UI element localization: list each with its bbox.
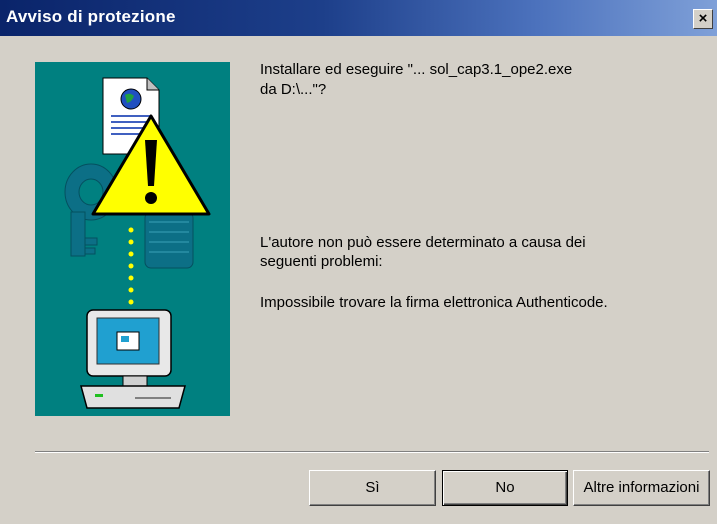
security-warning-icon bbox=[64, 77, 211, 409]
author-problem-line1: L'autore non può essere determinato a ca… bbox=[260, 234, 586, 251]
install-question-line1: Installare ed eseguire "... sol_cap3.1_o… bbox=[260, 61, 573, 78]
divider bbox=[35, 451, 709, 453]
no-button[interactable]: No bbox=[442, 470, 568, 506]
more-info-button[interactable]: Altre informazioni bbox=[573, 470, 710, 506]
author-problem-line2: seguenti problemi: bbox=[260, 253, 383, 270]
close-button[interactable]: × bbox=[693, 9, 713, 29]
security-warning-dialog: Avviso di protezione × Installare ed ese… bbox=[0, 0, 717, 524]
security-warning-illustration bbox=[35, 62, 230, 416]
computer-icon bbox=[80, 309, 186, 409]
window-title: Avviso di protezione bbox=[6, 7, 176, 26]
close-icon: × bbox=[698, 10, 708, 27]
yes-button[interactable]: Sì bbox=[309, 470, 436, 506]
title-bar[interactable]: Avviso di protezione × bbox=[0, 0, 717, 36]
connector-dots bbox=[128, 227, 134, 305]
install-question-line2: da D:\..."? bbox=[260, 81, 327, 98]
signature-error-text: Impossibile trovare la firma elettronica… bbox=[260, 294, 608, 311]
